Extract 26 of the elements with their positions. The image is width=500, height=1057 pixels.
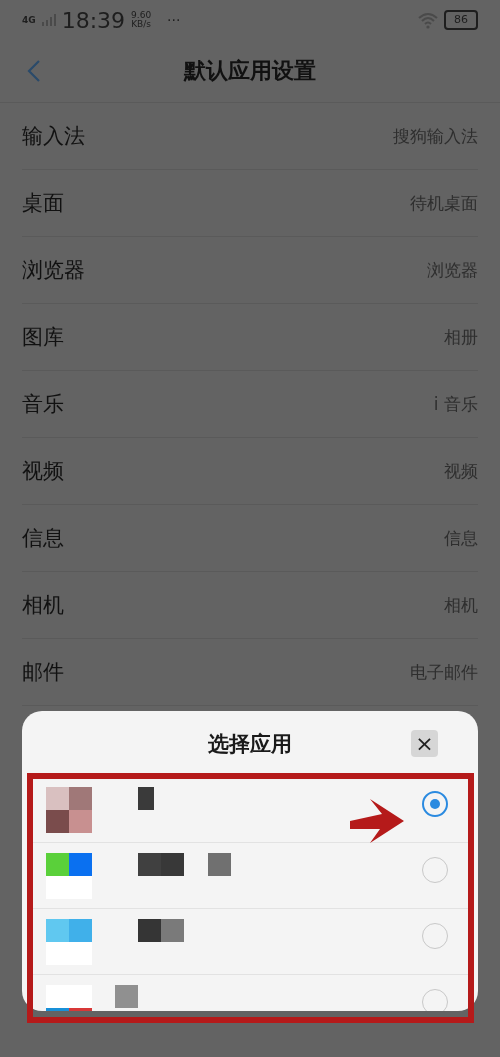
pixelated-app-name (138, 787, 154, 810)
close-button[interactable]: × (411, 730, 438, 757)
page-title: 默认应用设置 (184, 57, 316, 85)
setting-label: 信息 (22, 525, 64, 552)
setting-label: 输入法 (22, 123, 85, 150)
radio-button[interactable] (422, 791, 448, 817)
setting-label: 图库 (22, 324, 64, 351)
battery-level: 86 (444, 10, 478, 30)
clock: 18:39 (61, 7, 126, 33)
pixelated-app-name (115, 985, 138, 1008)
setting-label: 桌面 (22, 190, 64, 217)
pixelated-app-name (138, 919, 184, 942)
setting-label: 相机 (22, 592, 64, 619)
speed-unit: KB/s (131, 20, 151, 30)
wifi-icon (418, 11, 438, 29)
back-icon[interactable] (26, 59, 42, 83)
more-indicator: ··· (167, 12, 181, 28)
setting-label: 浏览器 (22, 257, 85, 284)
setting-label: 音乐 (22, 391, 64, 418)
network-label: 4G (22, 15, 36, 25)
setting-label: 视频 (22, 458, 64, 485)
setting-label: 邮件 (22, 659, 64, 686)
signal-icon (41, 14, 56, 26)
network-speed: 9.60 (131, 10, 152, 20)
sheet-title: 选择应用 (208, 731, 292, 758)
annotation-arrow (348, 799, 406, 845)
